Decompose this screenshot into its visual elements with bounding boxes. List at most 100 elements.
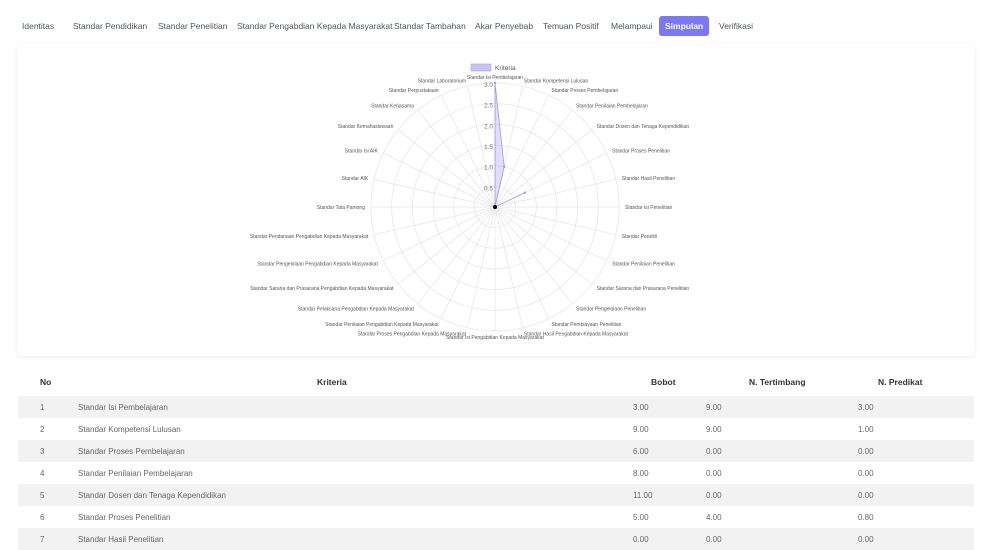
category-label: Standar Dosen dan Tenaga Kependidikan (597, 124, 690, 130)
table-row: 4 Standar Penilaian Pembelajaran 8.00 0.00 0… (18, 462, 974, 484)
grid-spoke (383, 152, 496, 208)
category-label: Standar Sarana dan Prasarana Penelitian (597, 286, 690, 292)
table-row: 7 Standar Hasil Penelitian 0.00 0.00 0.00 (18, 528, 974, 550)
cell-n-tertimbang: 0.00 (706, 447, 722, 456)
col-kriteria: Kriteria (317, 377, 347, 387)
tick-label: 2.0 (484, 123, 493, 130)
category-label: Standar Peneliti (622, 234, 657, 240)
series-point (493, 81, 497, 85)
series-point (523, 191, 526, 194)
legend-swatch (470, 63, 492, 72)
cell-no: 7 (40, 535, 45, 544)
table-row: 1 Standar Isi Pembelajaran 3.00 9.00 3.00 (18, 396, 974, 418)
radar-ticks: 0.5 1.0 1.5 2.0 2.5 3.0 (484, 82, 493, 192)
table-row: 3 Standar Proses Pembelajaran 6.00 0.00 0.00 (18, 440, 974, 462)
tab-standar-pengabdian[interactable]: Standar Pengabdian Kepada Masyarakat (237, 17, 392, 35)
tab-melampaui[interactable]: Melampaui (611, 17, 653, 35)
cell-n-tertimbang: 9.00 (706, 403, 722, 412)
tick-label: 1.0 (484, 165, 493, 172)
col-n-tertimbang: N. Tertimbang (749, 377, 806, 387)
tab-standar-penelitian[interactable]: Standar Penelitian (158, 17, 227, 35)
category-label: Standar Pengelolaan Pengabdian Kepada Ma… (257, 261, 378, 267)
cell-bobot: 5.00 (633, 513, 649, 522)
cell-n-predikat: 0.00 (858, 469, 874, 478)
cell-bobot: 11.00 (633, 491, 653, 500)
category-label: Standar Tata Pamong (317, 205, 365, 211)
tab-standar-tambahan[interactable]: Standar Tambahan (394, 17, 466, 35)
cell-n-tertimbang: 4.00 (706, 513, 722, 522)
cell-kriteria: Standar Hasil Penelitian (78, 535, 164, 544)
cell-n-predikat: 3.00 (858, 403, 874, 412)
cell-bobot: 0.00 (633, 535, 649, 544)
category-label: Standar Proses Pengabdian Kepada Masyara… (358, 332, 467, 338)
col-bobot: Bobot (651, 377, 676, 387)
category-label: Standar Isi AIK (345, 149, 379, 155)
cell-no: 2 (40, 425, 45, 434)
category-label: Standar Penilaian Pengabdian Kepada Masy… (325, 322, 439, 328)
cell-n-tertimbang: 0.00 (706, 491, 722, 500)
category-label: Standar Pembiayaan Penelitian (551, 322, 621, 328)
chart-legend: Kriteria (470, 63, 516, 72)
tab-identitas[interactable]: Identitas (22, 17, 54, 35)
cell-no: 3 (40, 447, 45, 456)
cell-n-tertimbang: 0.00 (706, 469, 722, 478)
grid-spoke (440, 206, 496, 319)
table-row: 6 Standar Proses Penelitian 5.00 4.00 0.80 (18, 506, 974, 528)
category-label: Standar Kompetensi Lulusan (524, 78, 588, 84)
cell-kriteria: Standar Proses Pembelajaran (78, 447, 185, 456)
cell-no: 1 (40, 403, 45, 412)
tab-simpulan[interactable]: Simpulan (659, 16, 710, 36)
cell-n-predikat: 0.80 (858, 513, 874, 522)
category-label: Standar Laboratorium (418, 78, 466, 84)
cell-n-predikat: 0.00 (858, 535, 874, 544)
grid-spoke (494, 206, 607, 262)
legend-label: Kriteria (495, 65, 516, 72)
cell-no: 4 (40, 469, 45, 478)
radar-chart: 0.5 1.0 1.5 2.0 2.5 3.0 Standar Isi Pembelaja… (250, 63, 690, 341)
cell-kriteria: Standar Dosen dan Tenaga Kependidikan (78, 491, 226, 500)
table-row: 2 Standar Kompetensi Lulusan 9.00 9.00 1.00 (18, 418, 974, 440)
cell-kriteria: Standar Penilaian Pembelajaran (78, 469, 193, 478)
category-label: Standar Kerjasama (371, 103, 414, 109)
category-label: Standar Penilaian Penelitian (612, 261, 675, 267)
category-label: Standar Pendanaan Pengabdian Kepada Masy… (250, 234, 369, 240)
cell-no: 5 (40, 491, 45, 500)
tick-label: 0.5 (484, 185, 493, 192)
category-label: Standar Isi Penelitian (625, 205, 672, 211)
tab-standar-pendidikan[interactable]: Standar Pendidikan (73, 17, 147, 35)
cell-kriteria: Standar Proses Penelitian (78, 513, 171, 522)
cell-bobot: 9.00 (633, 425, 649, 434)
category-label: Standar Isi Pembelajaran (467, 75, 523, 81)
cell-n-tertimbang: 9.00 (706, 425, 722, 434)
cell-kriteria: Standar Kompetensi Lulusan (78, 425, 181, 434)
category-label: Standar Pengelolaan Penelitian (576, 307, 646, 313)
cell-n-predikat: 1.00 (858, 425, 874, 434)
cell-bobot: 3.00 (633, 403, 649, 412)
category-label: Standar Pelaksana Pengabdian Kepada Masy… (298, 307, 415, 313)
tab-temuan-positif[interactable]: Temuan Positif (543, 17, 599, 35)
category-label: Standar AIK (342, 176, 369, 182)
table-header: No Kriteria Bobot N. Tertimbang N. Predi… (18, 373, 974, 393)
grid-spoke (494, 206, 550, 319)
category-label: Standar Hasil Penelitian (622, 176, 676, 182)
radar-category-labels: Standar Isi PembelajaranStandar Kompeten… (250, 75, 690, 341)
tick-label: 3.0 (484, 82, 493, 89)
tick-label: 1.5 (484, 144, 493, 151)
tab-verifikasi[interactable]: Verifikasi (719, 17, 753, 35)
tick-label: 2.5 (484, 103, 493, 110)
category-label: Standar Proses Penelitian (612, 149, 670, 155)
chart-center (493, 205, 497, 209)
cell-bobot: 8.00 (633, 469, 649, 478)
col-n-predikat: N. Predikat (878, 377, 923, 387)
tab-bar: Identitas Standar Pendidikan Standar Pen… (0, 0, 982, 48)
cell-no: 6 (40, 513, 45, 522)
col-no: No (40, 377, 52, 387)
category-label: Standar Penilaian Pembelajaran (576, 103, 648, 109)
cell-n-predikat: 0.00 (858, 491, 874, 500)
category-label: Standar Perpustakaan (389, 88, 439, 94)
tab-akar-penyebab[interactable]: Akar Penyebab (475, 17, 533, 35)
grid-spoke (494, 95, 550, 208)
cell-bobot: 6.00 (633, 447, 649, 456)
grid-spoke (383, 206, 496, 262)
table-row: 5 Standar Dosen dan Tenaga Kependidikan 11… (18, 484, 974, 506)
